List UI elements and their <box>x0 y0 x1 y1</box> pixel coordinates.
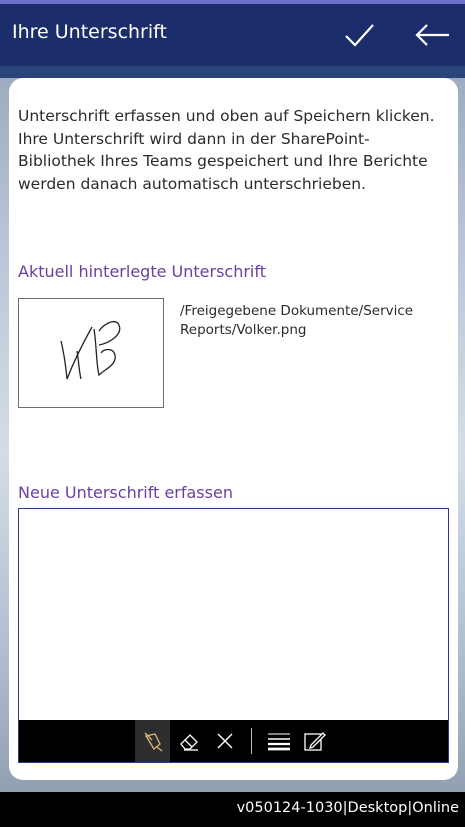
eraser-tool-button[interactable] <box>171 720 206 762</box>
pen-tool-button[interactable] <box>135 720 170 762</box>
app-header: Ihre Unterschrift <box>0 4 465 66</box>
pen-toolbar <box>19 720 448 762</box>
back-button[interactable] <box>412 16 452 54</box>
signature-card: Unterschrift erfassen und oben auf Speic… <box>9 78 458 780</box>
new-signature-title: Neue Unterschrift erfassen <box>18 483 233 502</box>
status-bar: v050124-1030|Desktop|Online <box>0 792 465 827</box>
current-signature-title: Aktuell hinterlegte Unterschrift <box>18 262 266 281</box>
clear-tool-button[interactable] <box>207 720 242 762</box>
toolbar-separator <box>251 728 252 754</box>
current-signature-image <box>18 298 164 408</box>
check-icon <box>345 24 374 47</box>
page-title: Ihre Unterschrift <box>12 21 167 43</box>
pen-color-button[interactable] <box>297 720 332 762</box>
pen-color-icon <box>303 732 326 751</box>
signature-file-path: /Freigegebene Dokumente/Service Reports/… <box>180 303 414 338</box>
line-thickness-icon <box>267 733 290 751</box>
signature-scribble <box>60 321 121 380</box>
version-status: v050124-1030|Desktop|Online <box>236 800 459 816</box>
save-button[interactable] <box>340 16 380 54</box>
pen-icon <box>144 732 162 752</box>
line-thickness-button[interactable] <box>261 720 296 762</box>
intro-text: Unterschrift erfassen und oben auf Speic… <box>18 107 435 193</box>
signature-pad[interactable] <box>18 508 449 763</box>
arrow-left-icon <box>415 24 449 46</box>
eraser-icon <box>179 734 198 751</box>
clear-icon <box>217 733 232 749</box>
header-shadow-band <box>0 66 465 78</box>
